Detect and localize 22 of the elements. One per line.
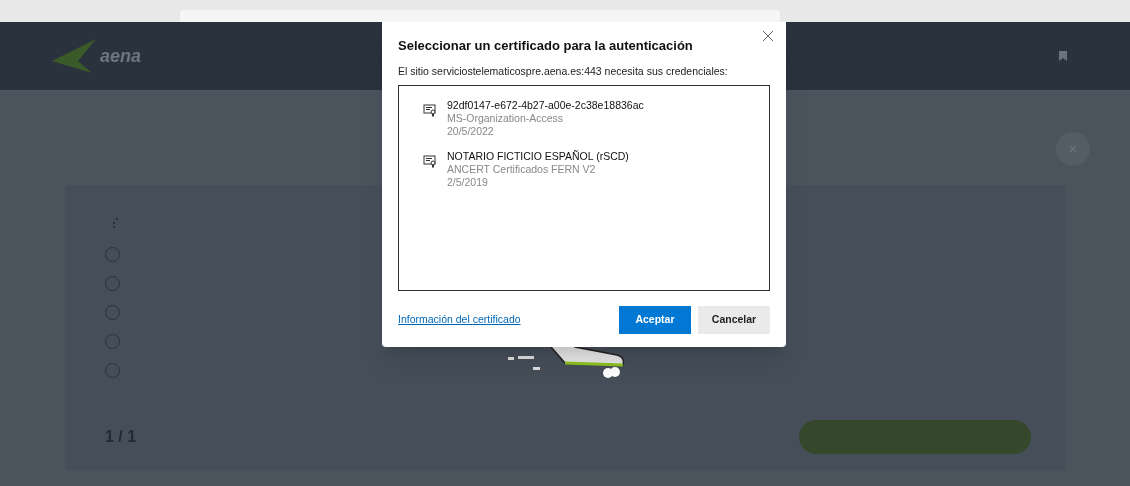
logo-text: aena bbox=[100, 45, 142, 68]
cancel-button[interactable]: Cancelar bbox=[698, 306, 770, 335]
dots-icon bbox=[111, 217, 119, 229]
certificate-item[interactable]: NOTARIO FICTICIO ESPAÑOL (rSCD) ANCERT Certificados FERN V2 2/5/2019 bbox=[419, 150, 749, 190]
certificate-item[interactable]: 92df0147-e672-4b27-a00e-2c38e18836ac MS-Organization-Access 20/5/2022 bbox=[419, 99, 749, 139]
dialog-message: El sitio serviciostelematicospre.aena.es:443 necesita sus credenciales: bbox=[398, 63, 729, 79]
certificate-name: 92df0147-e672-4b27-a00e-2c38e18836ac bbox=[447, 99, 644, 113]
accept-button[interactable]: Aceptar bbox=[619, 306, 691, 335]
pill-button[interactable] bbox=[799, 420, 1031, 454]
close-icon bbox=[762, 30, 774, 42]
certificate-issuer: MS-Organization-Access bbox=[447, 112, 565, 126]
close-button[interactable] bbox=[760, 28, 776, 44]
certificate-info-link[interactable]: Información del certificado bbox=[398, 312, 521, 329]
bookmark-icon[interactable] bbox=[1058, 51, 1068, 61]
certificate-date: 20/5/2022 bbox=[447, 125, 495, 139]
certificate-issuer: ANCERT Certificados FERN V2 bbox=[447, 163, 597, 177]
dialog-title: Seleccionar un certificado para la autenticación bbox=[398, 37, 694, 55]
certificate-date: 2/5/2019 bbox=[447, 176, 489, 190]
certificate-icon bbox=[423, 103, 437, 118]
certificate-icon bbox=[423, 154, 437, 169]
logo-icon bbox=[52, 39, 96, 73]
certificate-name: NOTARIO FICTICIO ESPAÑOL (rSCD) bbox=[447, 150, 629, 164]
